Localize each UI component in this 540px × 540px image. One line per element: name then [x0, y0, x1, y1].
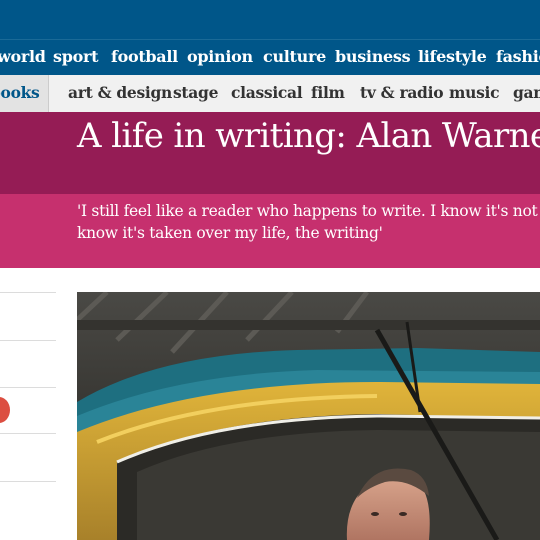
share-icon[interactable]	[0, 397, 10, 423]
nav-item-culture[interactable]: culture	[263, 47, 326, 66]
subnav-item-classical[interactable]: classical	[231, 83, 303, 102]
subnav-item-tv-radio[interactable]: tv & radio	[360, 83, 444, 102]
subnav-item-art-design[interactable]: art & design	[68, 83, 172, 102]
nav-item-football[interactable]: football	[111, 47, 178, 66]
standfirst-line: 'I still feel like a reader who happens …	[77, 202, 540, 220]
portrait-photo	[77, 292, 540, 540]
sidebar-divider	[0, 433, 56, 434]
section-subnav: books art & design stage classical film …	[0, 75, 540, 112]
nav-item-world[interactable]: world	[0, 47, 46, 66]
sidebar-divider	[0, 340, 56, 341]
subnav-active-tab: books	[0, 75, 49, 112]
sidebar-divider	[0, 387, 56, 388]
subnav-item-games[interactable]: games	[513, 83, 540, 102]
sidebar-divider	[0, 292, 56, 293]
subnav-item-music[interactable]: music	[449, 83, 500, 102]
article-standfirst: 'I still feel like a reader who happens …	[77, 200, 540, 244]
primary-nav: world sport football opinion culture bus…	[0, 39, 540, 75]
sidebar-divider	[0, 481, 56, 482]
nav-item-business[interactable]: business	[335, 47, 411, 66]
subnav-item-stage[interactable]: stage	[173, 83, 218, 102]
article-headline: A life in writing: Alan Warner	[77, 116, 540, 156]
nav-item-opinion[interactable]: opinion	[187, 47, 253, 66]
subnav-item-books[interactable]: books	[0, 83, 40, 102]
nav-item-fashion[interactable]: fashion	[496, 47, 540, 66]
subnav-item-film[interactable]: film	[311, 83, 345, 102]
article-main-image	[77, 292, 540, 540]
masthead-bar	[0, 0, 540, 39]
standfirst-line: know it's taken over my life, the writin…	[77, 224, 383, 242]
nav-item-sport[interactable]: sport	[53, 47, 99, 66]
nav-item-lifestyle[interactable]: lifestyle	[418, 47, 487, 66]
